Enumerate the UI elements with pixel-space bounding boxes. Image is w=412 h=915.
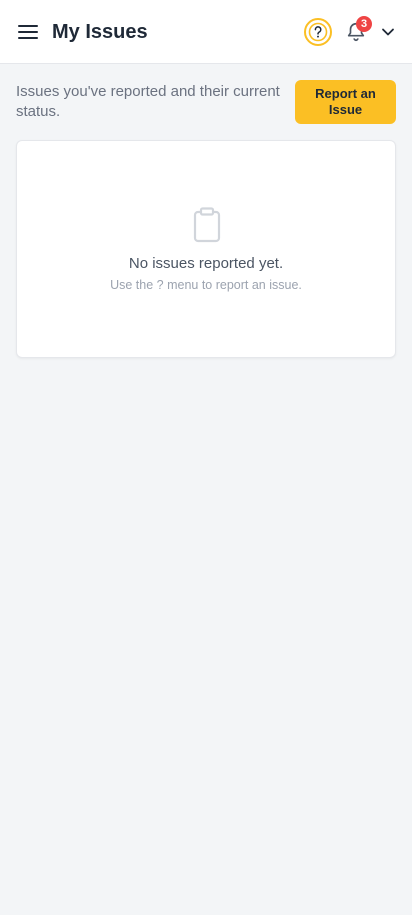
report-issue-button[interactable]: Report an Issue: [295, 80, 396, 124]
empty-state-subtitle: Use the ? menu to report an issue.: [110, 278, 302, 292]
help-circle-icon: [304, 18, 332, 46]
hamburger-menu-icon: [18, 25, 38, 39]
menu-button[interactable]: [14, 18, 42, 46]
notification-count-badge: 3: [356, 16, 372, 32]
account-dropdown-button[interactable]: [377, 22, 399, 42]
help-button[interactable]: [303, 17, 333, 47]
top-app-bar: My Issues 3: [0, 0, 412, 64]
empty-state-title: No issues reported yet.: [128, 255, 284, 272]
issues-empty-state-card: No issues reported yet. Use the ? menu t…: [16, 140, 396, 358]
chevron-down-icon: [382, 28, 394, 36]
clipboard-icon: [193, 207, 221, 243]
page-title: My Issues: [52, 21, 148, 43]
page-description: Issues you've reported and their current…: [16, 83, 280, 120]
